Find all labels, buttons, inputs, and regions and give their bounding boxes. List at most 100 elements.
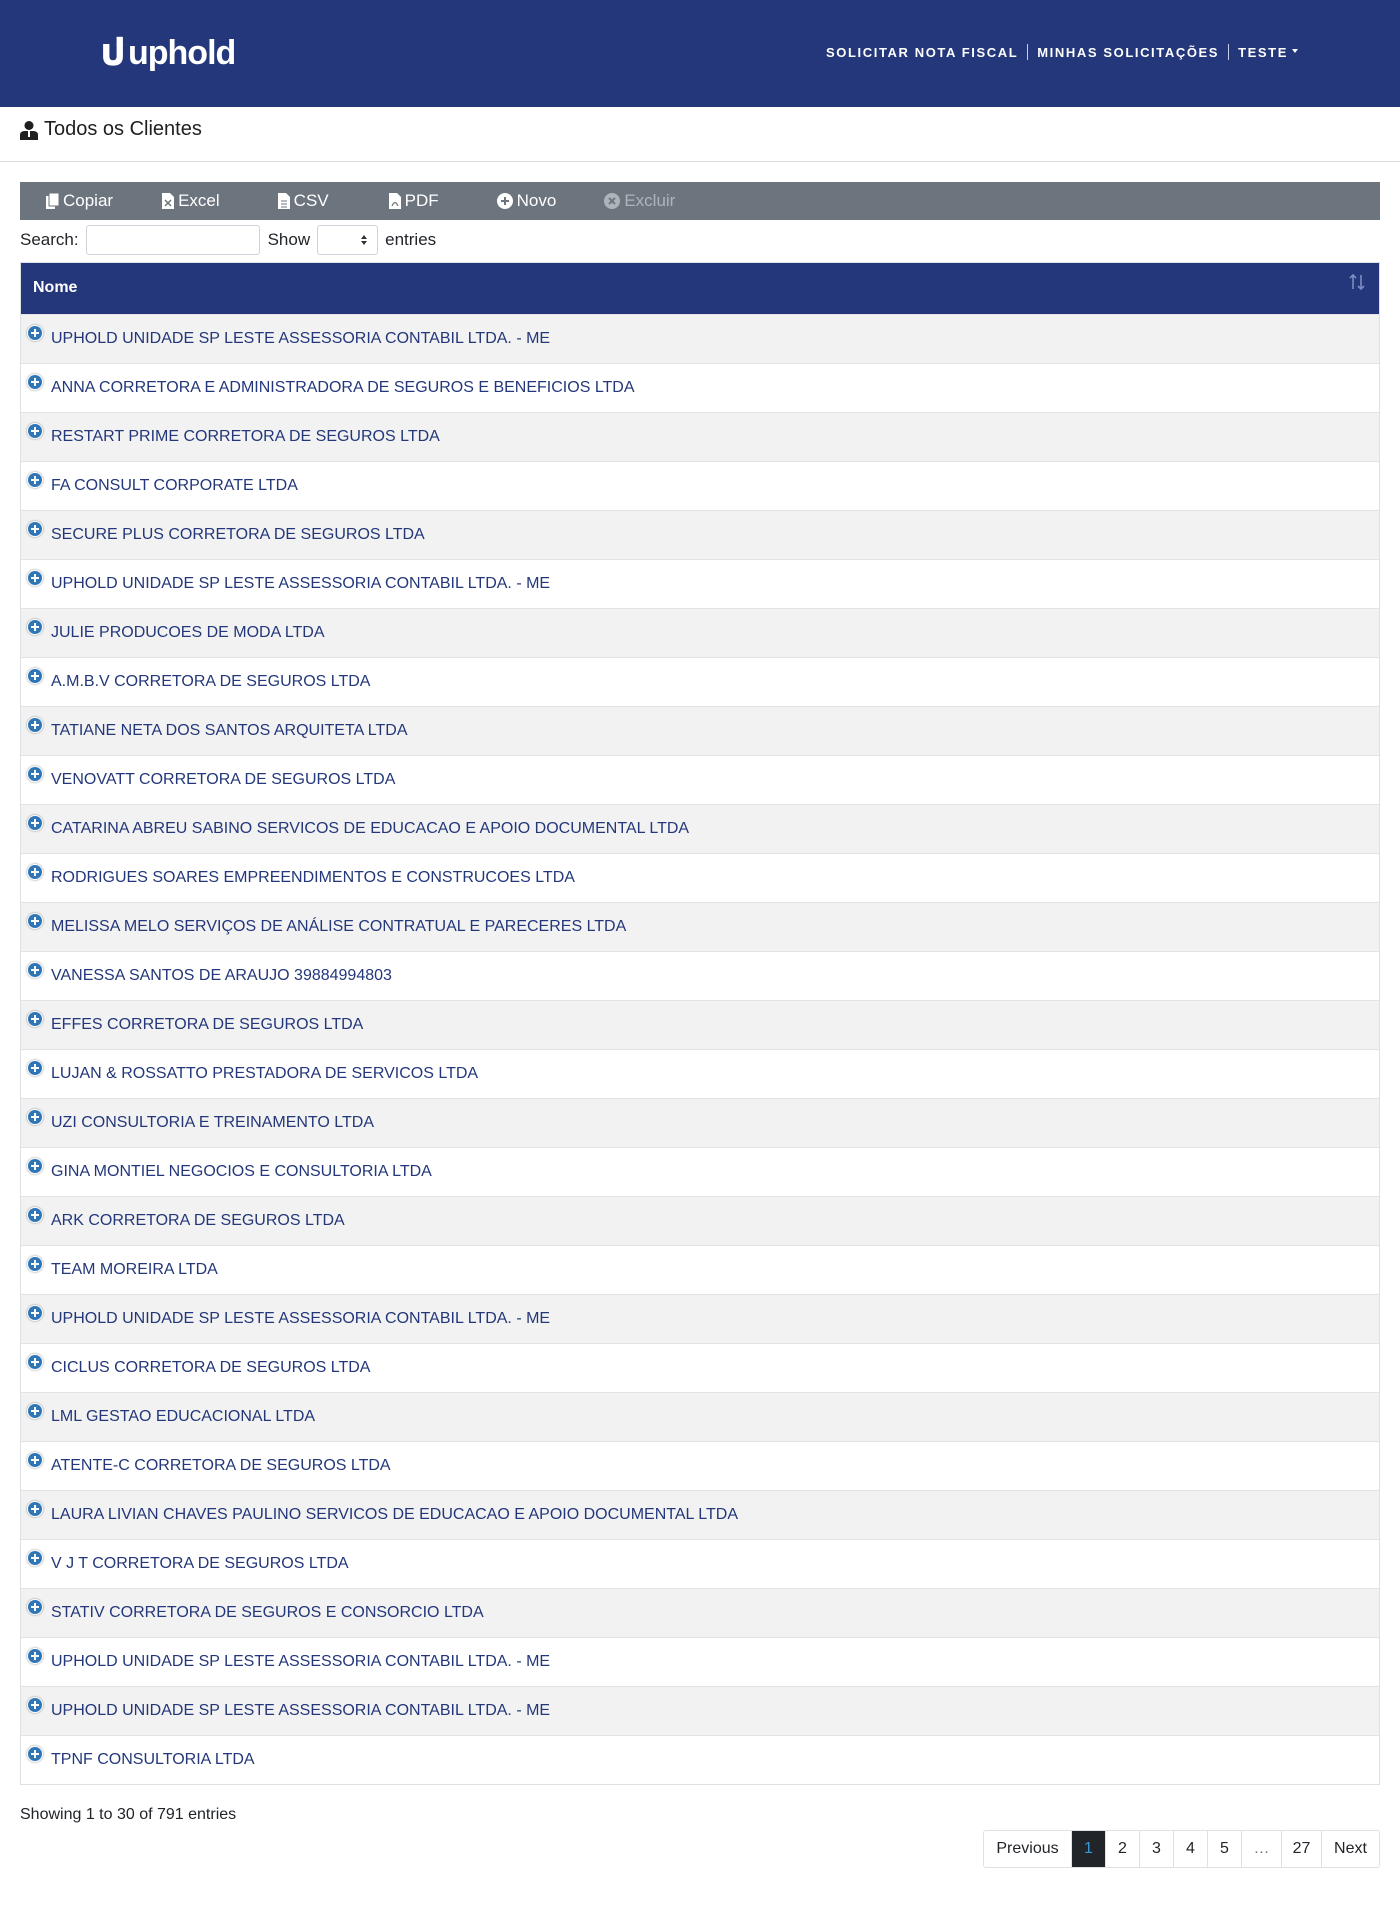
client-name-cell: FA CONSULT CORPORATE LTDA (51, 477, 298, 494)
client-name-cell: JULIE PRODUCOES DE MODA LTDA (51, 624, 325, 641)
expand-row-icon[interactable] (28, 1698, 42, 1712)
table-row[interactable]: A.M.B.V CORRETORA DE SEGUROS LTDA (21, 657, 1379, 706)
expand-row-icon[interactable] (28, 424, 42, 438)
table-row[interactable]: RODRIGUES SOARES EMPREENDIMENTOS E CONST… (21, 853, 1379, 902)
expand-row-icon[interactable] (28, 1649, 42, 1663)
table-row[interactable]: VENOVATT CORRETORA DE SEGUROS LTDA (21, 755, 1379, 804)
expand-row-icon[interactable] (28, 963, 42, 977)
client-name-cell: TATIANE NETA DOS SANTOS ARQUITETA LTDA (51, 722, 408, 739)
expand-row-icon[interactable] (28, 620, 42, 634)
table-row[interactable]: JULIE PRODUCOES DE MODA LTDA (21, 608, 1379, 657)
pagination-previous[interactable]: Previous (984, 1831, 1071, 1867)
expand-row-icon[interactable] (28, 1600, 42, 1614)
table-row[interactable]: UPHOLD UNIDADE SP LESTE ASSESSORIA CONTA… (21, 1637, 1379, 1686)
expand-row-icon[interactable] (28, 914, 42, 928)
uphold-logo[interactable]: uphold (100, 28, 236, 78)
table-row[interactable]: STATIV CORRETORA DE SEGUROS E CONSORCIO … (21, 1588, 1379, 1637)
expand-row-icon[interactable] (28, 1551, 42, 1565)
table-row[interactable]: TATIANE NETA DOS SANTOS ARQUITETA LTDA (21, 706, 1379, 755)
expand-row-icon[interactable] (28, 1747, 42, 1761)
table-row[interactable]: ANNA CORRETORA E ADMINISTRADORA DE SEGUR… (21, 363, 1379, 412)
table-row[interactable]: UZI CONSULTORIA E TREINAMENTO LTDA (21, 1098, 1379, 1147)
nav-user-dropdown[interactable]: TESTE (1238, 45, 1298, 60)
pdf-button[interactable]: PDF (388, 182, 439, 220)
expand-row-icon[interactable] (28, 1306, 42, 1320)
client-name-cell: UPHOLD UNIDADE SP LESTE ASSESSORIA CONTA… (51, 1310, 551, 1327)
expand-row-icon[interactable] (28, 816, 42, 830)
excluir-button[interactable]: Excluir (604, 182, 675, 220)
expand-row-icon[interactable] (28, 1355, 42, 1369)
client-name-cell: GINA MONTIEL NEGOCIOS E CONSULTORIA LTDA (51, 1163, 432, 1180)
pagination-page-3[interactable]: 3 (1139, 1831, 1173, 1867)
copy-button[interactable]: Copiar (46, 182, 113, 220)
table-row[interactable]: LML GESTAO EDUCACIONAL LTDA (21, 1392, 1379, 1441)
pagination-next[interactable]: Next (1321, 1831, 1379, 1867)
table-row[interactable]: UPHOLD UNIDADE SP LESTE ASSESSORIA CONTA… (21, 314, 1379, 363)
pdf-file-icon (388, 193, 401, 209)
table-body: UPHOLD UNIDADE SP LESTE ASSESSORIA CONTA… (21, 314, 1379, 1784)
table-row[interactable]: TEAM MOREIRA LTDA (21, 1245, 1379, 1294)
expand-row-icon[interactable] (28, 1502, 42, 1516)
expand-row-icon[interactable] (28, 1061, 42, 1075)
pagination-ellipsis: … (1241, 1831, 1281, 1867)
table-row[interactable]: UPHOLD UNIDADE SP LESTE ASSESSORIA CONTA… (21, 559, 1379, 608)
expand-row-icon[interactable] (28, 375, 42, 389)
expand-row-icon[interactable] (28, 1257, 42, 1271)
client-name-cell: VENOVATT CORRETORA DE SEGUROS LTDA (51, 771, 396, 788)
table-row[interactable]: LUJAN & ROSSATTO PRESTADORA DE SERVICOS … (21, 1049, 1379, 1098)
export-toolbar: Copiar Excel CSV PDF Novo Excluir (20, 182, 1380, 220)
table-row[interactable]: ARK CORRETORA DE SEGUROS LTDA (21, 1196, 1379, 1245)
client-name-cell: VANESSA SANTOS DE ARAUJO 39884994803 (51, 967, 392, 984)
top-navbar: uphold SOLICITAR NOTA FISCAL MINHAS SOLI… (0, 0, 1400, 107)
excel-file-icon (162, 193, 175, 209)
expand-row-icon[interactable] (28, 1453, 42, 1467)
excel-button[interactable]: Excel (162, 182, 220, 220)
client-name-cell: RESTART PRIME CORRETORA DE SEGUROS LTDA (51, 428, 440, 445)
pagination-page-2[interactable]: 2 (1105, 1831, 1139, 1867)
client-name-cell: UPHOLD UNIDADE SP LESTE ASSESSORIA CONTA… (51, 1702, 551, 1719)
expand-row-icon[interactable] (28, 1110, 42, 1124)
expand-row-icon[interactable] (28, 1404, 42, 1418)
table-row[interactable]: VANESSA SANTOS DE ARAUJO 39884994803 (21, 951, 1379, 1000)
nav-minhas-solicitacoes[interactable]: MINHAS SOLICITAÇÕES (1037, 45, 1219, 60)
nav-solicitar-nota-fiscal[interactable]: SOLICITAR NOTA FISCAL (826, 45, 1018, 60)
expand-row-icon[interactable] (28, 326, 42, 340)
expand-row-icon[interactable] (28, 865, 42, 879)
expand-row-icon[interactable] (28, 522, 42, 536)
sort-icon (1349, 273, 1365, 291)
table-row[interactable]: ATENTE-C CORRETORA DE SEGUROS LTDA (21, 1441, 1379, 1490)
nav-separator (1027, 44, 1029, 60)
table-row[interactable]: CATARINA ABREU SABINO SERVICOS DE EDUCAC… (21, 804, 1379, 853)
table-row[interactable]: GINA MONTIEL NEGOCIOS E CONSULTORIA LTDA (21, 1147, 1379, 1196)
csv-button[interactable]: CSV (277, 182, 329, 220)
table-row[interactable]: FA CONSULT CORPORATE LTDA (21, 461, 1379, 510)
table-row[interactable]: RESTART PRIME CORRETORA DE SEGUROS LTDA (21, 412, 1379, 461)
pagination-page-27[interactable]: 27 (1281, 1831, 1321, 1867)
expand-row-icon[interactable] (28, 767, 42, 781)
client-name-cell: ARK CORRETORA DE SEGUROS LTDA (51, 1212, 345, 1229)
expand-row-icon[interactable] (28, 669, 42, 683)
table-row[interactable]: UPHOLD UNIDADE SP LESTE ASSESSORIA CONTA… (21, 1686, 1379, 1735)
table-row[interactable]: V J T CORRETORA DE SEGUROS LTDA (21, 1539, 1379, 1588)
table-header[interactable]: Nome (21, 263, 1379, 314)
table-row[interactable]: TPNF CONSULTORIA LTDA (21, 1735, 1379, 1784)
search-input[interactable] (85, 225, 260, 255)
novo-button[interactable]: Novo (496, 182, 556, 220)
client-name-cell: STATIV CORRETORA DE SEGUROS E CONSORCIO … (51, 1604, 484, 1621)
expand-row-icon[interactable] (28, 718, 42, 732)
expand-row-icon[interactable] (28, 571, 42, 585)
expand-row-icon[interactable] (28, 1159, 42, 1173)
pagination-page-4[interactable]: 4 (1173, 1831, 1207, 1867)
pagination-page-1[interactable]: 1 (1071, 1831, 1105, 1867)
entries-per-page-select[interactable] (317, 225, 379, 255)
expand-row-icon[interactable] (28, 473, 42, 487)
table-row[interactable]: LAURA LIVIAN CHAVES PAULINO SERVICOS DE … (21, 1490, 1379, 1539)
table-row[interactable]: EFFES CORRETORA DE SEGUROS LTDA (21, 1000, 1379, 1049)
pagination-page-5[interactable]: 5 (1207, 1831, 1241, 1867)
table-row[interactable]: SECURE PLUS CORRETORA DE SEGUROS LTDA (21, 510, 1379, 559)
expand-row-icon[interactable] (28, 1012, 42, 1026)
table-row[interactable]: UPHOLD UNIDADE SP LESTE ASSESSORIA CONTA… (21, 1294, 1379, 1343)
table-row[interactable]: MELISSA MELO SERVIÇOS DE ANÁLISE CONTRAT… (21, 902, 1379, 951)
expand-row-icon[interactable] (28, 1208, 42, 1222)
table-row[interactable]: CICLUS CORRETORA DE SEGUROS LTDA (21, 1343, 1379, 1392)
